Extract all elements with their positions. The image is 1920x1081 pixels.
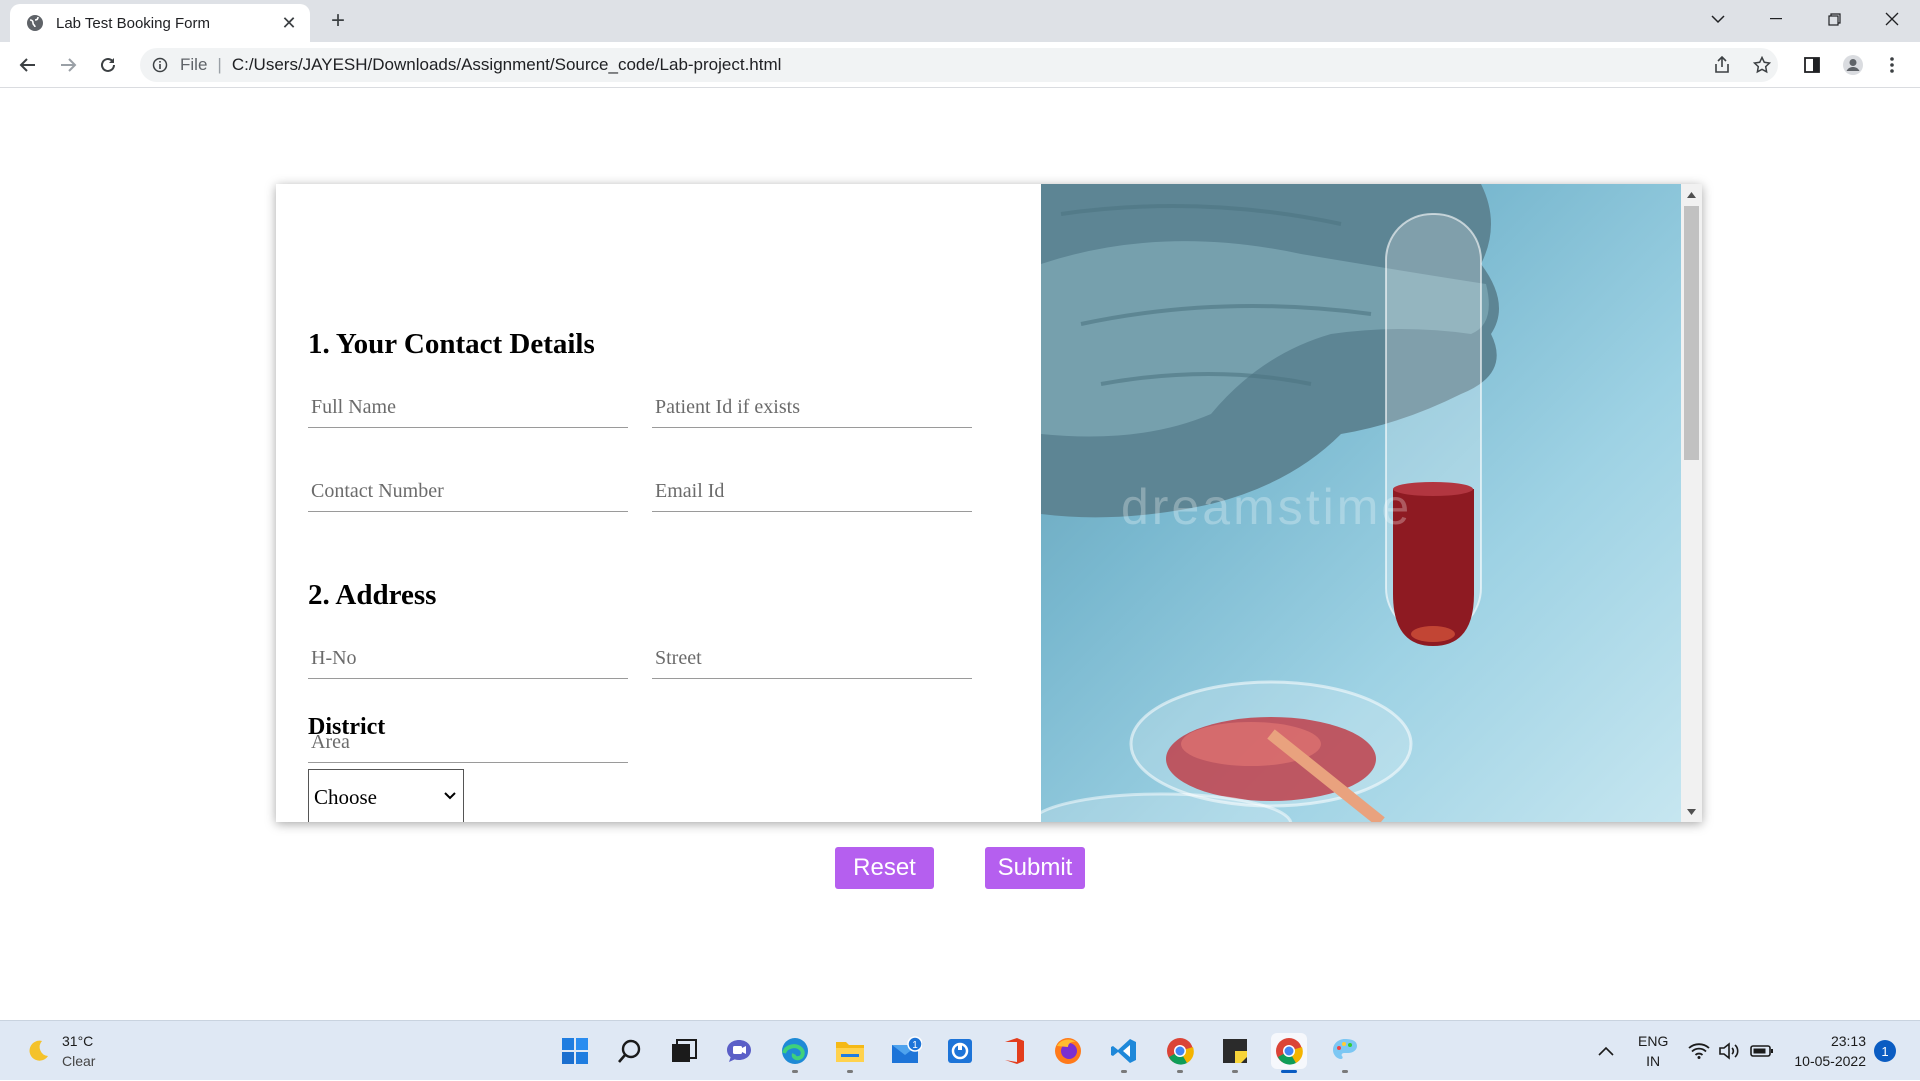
running-indicator (847, 1070, 853, 1073)
weather-condition: Clear (62, 1053, 96, 1069)
site-info-icon[interactable] (150, 55, 170, 75)
address-heading: 2. Address (308, 579, 437, 611)
share-icon[interactable] (1708, 51, 1736, 79)
menu-kebab-icon[interactable] (1878, 51, 1906, 79)
house-number-field[interactable] (308, 639, 628, 679)
mail-icon[interactable]: 1 (888, 1033, 924, 1069)
submit-button[interactable]: Submit (985, 847, 1085, 889)
district-selected-value: Choose (314, 784, 377, 809)
reload-icon[interactable] (94, 51, 122, 79)
firefox-icon[interactable] (1050, 1033, 1086, 1069)
scroll-down-arrow-icon[interactable] (1681, 803, 1702, 820)
scrollbar-thumb[interactable] (1684, 206, 1699, 460)
app-store-icon[interactable] (942, 1033, 978, 1069)
region-code: IN (1646, 1053, 1661, 1069)
notification-count-badge: 1 (1874, 1040, 1896, 1062)
district-select[interactable]: Choose (308, 769, 464, 822)
running-indicator (1232, 1070, 1238, 1073)
notification-center[interactable]: 1 (1874, 1021, 1896, 1081)
running-indicator (1177, 1070, 1183, 1073)
paint-icon[interactable] (1327, 1033, 1363, 1073)
patient-id-field[interactable] (652, 388, 972, 428)
vscode-icon[interactable] (1106, 1033, 1142, 1073)
windows-taskbar: 31°C Clear 1 ENG IN 23:13 10-05-2022 1 (0, 1020, 1920, 1080)
globe-icon (26, 14, 44, 32)
contact-number-field[interactable] (308, 472, 628, 512)
full-name-field[interactable] (308, 388, 628, 428)
reset-button[interactable]: Reset (835, 847, 934, 889)
start-windows-icon[interactable] (557, 1033, 593, 1069)
mail-badge-count: 1 (912, 1040, 918, 1051)
office-icon[interactable] (996, 1033, 1032, 1069)
address-separator: | (217, 55, 222, 74)
profile-icon[interactable] (1839, 51, 1867, 79)
language-indicator[interactable]: ENG IN (1638, 1021, 1668, 1081)
clock[interactable]: 23:13 10-05-2022 (1786, 1021, 1866, 1081)
browser-toolbar: File | C:/Users/JAYESH/Downloads/Assignm… (0, 42, 1920, 88)
new-tab-icon[interactable]: + (326, 7, 350, 34)
browser-tab[interactable]: Lab Test Booking Form ✕ (10, 4, 310, 42)
form-panel: 1. Your Contact Details 2. Address Distr… (276, 184, 1040, 822)
address-url: C:/Users/JAYESH/Downloads/Assignment/Sou… (231, 55, 782, 74)
restore-icon[interactable] (1806, 0, 1862, 38)
show-hidden-icons-chevron-up-icon[interactable] (1598, 1021, 1614, 1081)
address-bar[interactable]: File | C:/Users/JAYESH/Downloads/Assignm… (140, 48, 1778, 82)
weather-widget[interactable]: 31°C Clear (24, 1031, 95, 1071)
moon-icon (29, 1040, 48, 1061)
chrome-active-icon[interactable] (1271, 1033, 1307, 1073)
battery-icon[interactable] (1750, 1021, 1774, 1081)
lab-test-tube-photo: dreamstime (1041, 184, 1681, 822)
image-watermark: dreamstime (1121, 479, 1412, 535)
back-icon[interactable] (14, 51, 42, 79)
form-scrollbar[interactable] (1681, 184, 1702, 822)
tab-strip: Lab Test Booking Form ✕ + (0, 0, 1920, 42)
teams-chat-icon[interactable] (721, 1033, 757, 1069)
chevron-down-icon (444, 792, 456, 800)
contact-details-heading: 1. Your Contact Details (308, 328, 595, 360)
minimize-icon[interactable] (1748, 0, 1804, 38)
close-tab-icon[interactable]: ✕ (278, 12, 300, 34)
bookmark-star-icon[interactable] (1748, 51, 1776, 79)
street-field[interactable] (652, 639, 972, 679)
language-code: ENG (1638, 1033, 1669, 1049)
side-panel-icon[interactable] (1798, 51, 1826, 79)
running-indicator (792, 1070, 798, 1073)
wifi-icon[interactable] (1688, 1021, 1710, 1081)
close-window-icon[interactable] (1864, 0, 1920, 38)
running-indicator (1342, 1070, 1348, 1073)
chrome-icon[interactable] (1162, 1033, 1198, 1073)
page-content: 1. Your Contact Details 2. Address Distr… (0, 89, 1920, 1020)
edge-browser-icon[interactable] (777, 1033, 813, 1073)
tab-title: Lab Test Booking Form (56, 14, 210, 32)
district-label: District (308, 714, 386, 740)
clock-date: 10-05-2022 (1794, 1053, 1866, 1069)
weather-temperature: 31°C (62, 1033, 94, 1049)
gloved-hand-test-tube-illustration: dreamstime (1041, 184, 1499, 822)
address-scheme: File (180, 55, 208, 74)
email-field[interactable] (652, 472, 972, 512)
booking-form-card: 1. Your Contact Details 2. Address Distr… (276, 184, 1702, 822)
active-indicator (1281, 1070, 1297, 1073)
forward-icon[interactable] (54, 51, 82, 79)
file-explorer-icon[interactable] (832, 1033, 868, 1073)
task-view-icon[interactable] (666, 1033, 702, 1069)
scroll-up-arrow-icon[interactable] (1681, 186, 1702, 203)
sticky-notes-icon[interactable] (1217, 1033, 1253, 1073)
running-indicator (1121, 1070, 1127, 1073)
tab-search-icon[interactable] (1690, 0, 1746, 38)
search-icon[interactable] (612, 1033, 648, 1069)
volume-icon[interactable] (1718, 1021, 1740, 1081)
clock-time: 23:13 (1830, 1033, 1866, 1049)
